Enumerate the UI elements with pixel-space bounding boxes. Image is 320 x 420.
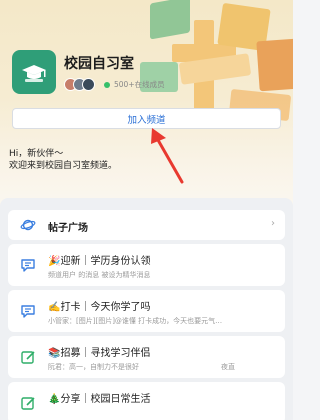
chat-bubble-icon [21, 259, 35, 272]
chat-bubble-icon [21, 305, 35, 318]
post-title: 分享｜校园日常生活 [60, 394, 151, 405]
welcome-greeting: Hi，新伙伴～ [9, 149, 64, 159]
post-preview: 阮君：高一，自制力不是很好 [48, 363, 139, 371]
post-emoji: 🎉 [48, 256, 61, 267]
edit-square-icon [21, 397, 35, 410]
planet-icon [20, 219, 36, 231]
online-members-label: 500+在线成员 [114, 80, 165, 89]
avatar [82, 78, 95, 91]
post-title: 迎新｜学历身份认领 [60, 256, 151, 267]
post-item[interactable]: 🎉迎新｜学历身份认领 频道用户 的消息 被设为精华消息 [8, 244, 285, 286]
chevron-right-icon: › [271, 218, 275, 229]
post-item[interactable]: ✍️打卡｜今天你学了吗 小管家：[图片][图片]@谁懂 打卡成功，今天也要元气… [8, 290, 285, 332]
online-members[interactable]: 500+在线成员 [104, 79, 165, 90]
post-item[interactable]: 🎄分享｜校园日常生活 [8, 382, 285, 420]
graduation-cap-icon [12, 50, 56, 94]
edit-square-icon [21, 351, 35, 364]
post-preview: 频道用户 的消息 被设为精华消息 [48, 271, 151, 279]
welcome-text: 欢迎来到校园自习室频道。 [9, 161, 118, 171]
member-avatars[interactable] [64, 78, 95, 91]
post-plaza-row[interactable]: 帖子广场 › [8, 210, 285, 240]
join-channel-button[interactable]: 加入频道 [12, 108, 281, 129]
post-meta: 夜直 [221, 363, 235, 371]
welcome-message: Hi，新伙伴～ 欢迎来到校园自习室频道。 [9, 148, 117, 172]
post-preview: 小管家：[图片][图片]@谁懂 打卡成功，今天也要元气… [48, 317, 223, 325]
post-item[interactable]: 📚招募｜寻找学习伴侣 阮君：高一，自制力不是很好 夜直 [8, 336, 285, 378]
online-dot-icon [104, 81, 110, 88]
post-title: 打卡｜今天你学了吗 [60, 302, 151, 313]
post-emoji: 🎄 [48, 394, 61, 405]
channel-title: 校园自习室 [64, 56, 134, 72]
post-emoji: ✍️ [48, 302, 61, 313]
post-emoji: 📚 [48, 348, 61, 359]
post-list-panel: 帖子广场 › 🎉迎新｜学历身份认领 频道用户 的消息 被设为精华消息 ✍️打卡｜… [0, 198, 293, 420]
section-title: 帖子广场 [48, 223, 88, 234]
post-title: 招募｜寻找学习伴侣 [60, 348, 151, 359]
